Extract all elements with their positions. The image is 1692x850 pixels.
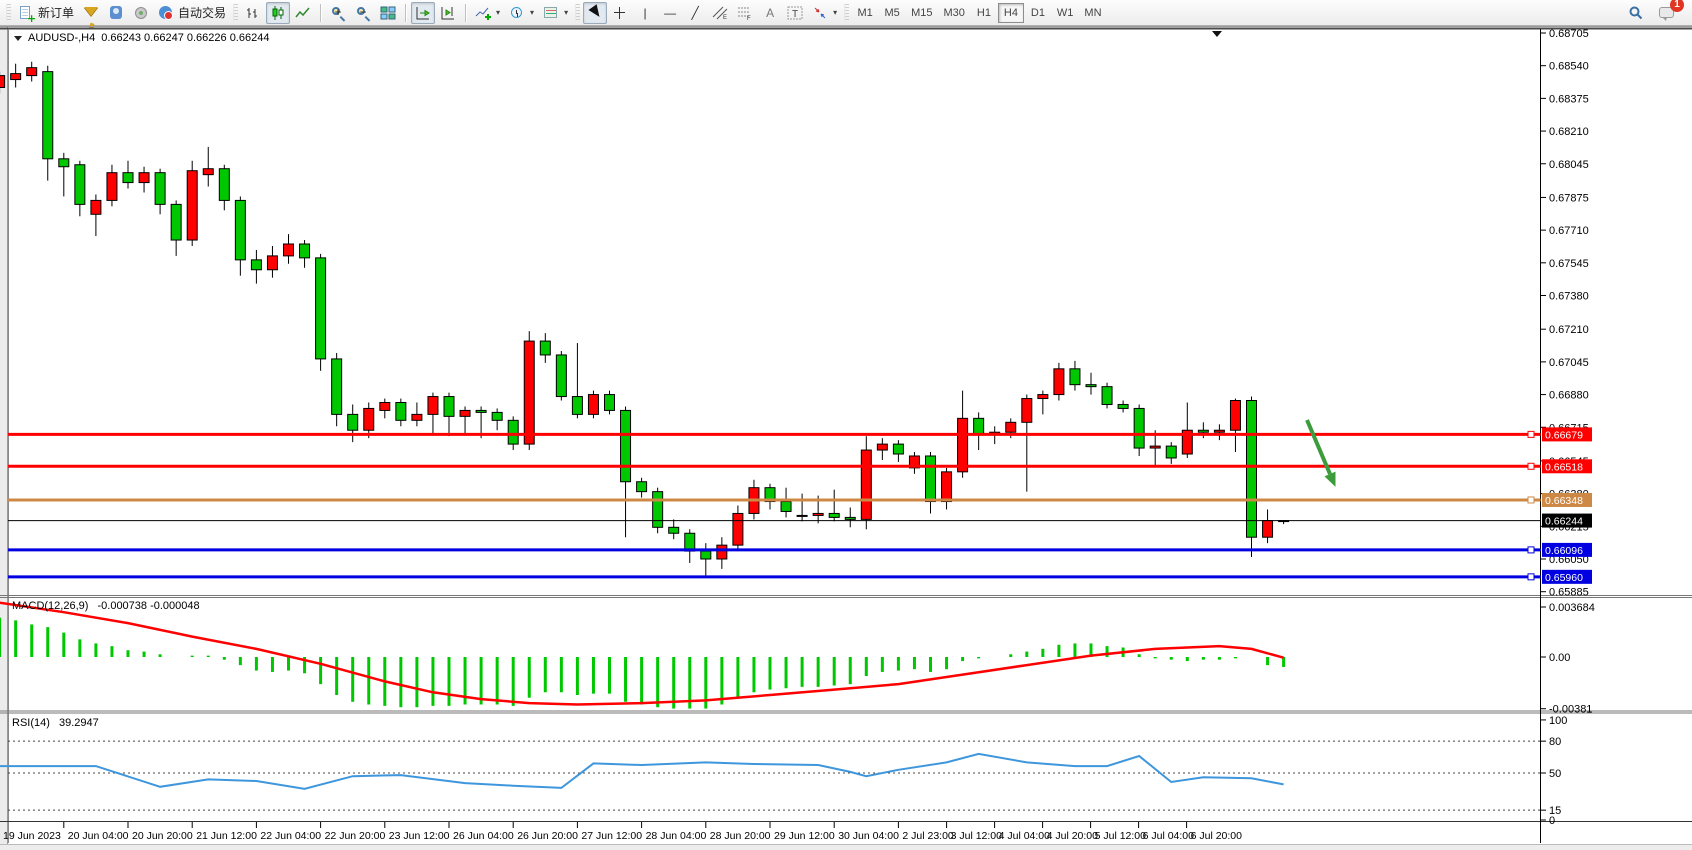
rsi-indicator-label: RSI(14) 39.2947: [12, 717, 99, 729]
mt4-terminal: + 新订单 自动交易 +: [0, 0, 1692, 850]
svg-text:19 Jun 2023: 19 Jun 2023: [3, 830, 61, 842]
price-chart: 0.68705 0.68540 0.68375 0.68210 0.68045 0.678…: [0, 0, 1692, 850]
rsi-name: RSI(14): [12, 717, 50, 729]
svg-text:28 Jun 20:00: 28 Jun 20:00: [710, 830, 771, 842]
svg-text:0.003684: 0.003684: [1549, 602, 1595, 614]
svg-text:30 Jun 04:00: 30 Jun 04:00: [838, 830, 899, 842]
svg-text:6 Jul 04:00: 6 Jul 04:00: [1143, 830, 1195, 842]
svg-text:22 Jun 20:00: 22 Jun 20:00: [325, 830, 386, 842]
svg-text:6 Jul 20:00: 6 Jul 20:00: [1191, 830, 1243, 842]
svg-text:0.68045: 0.68045: [1549, 159, 1589, 171]
svg-text:-0.00381: -0.00381: [1549, 704, 1592, 716]
svg-text:3 Jul 12:00: 3 Jul 12:00: [951, 830, 1003, 842]
svg-text:22 Jun 04:00: 22 Jun 04:00: [260, 830, 321, 842]
rsi-value: 39.2947: [59, 717, 99, 729]
svg-text:29 Jun 12:00: 29 Jun 12:00: [774, 830, 835, 842]
svg-text:26 Jun 04:00: 26 Jun 04:00: [453, 830, 514, 842]
svg-text:0.68540: 0.68540: [1549, 61, 1589, 73]
svg-text:27 Jun 12:00: 27 Jun 12:00: [581, 830, 642, 842]
svg-text:0.66518: 0.66518: [1545, 461, 1583, 473]
svg-text:80: 80: [1549, 736, 1561, 748]
svg-text:0.66715: 0.66715: [1549, 422, 1589, 434]
svg-text:0.66380: 0.66380: [1549, 489, 1589, 501]
svg-text:26 Jun 20:00: 26 Jun 20:00: [517, 830, 578, 842]
chart-window[interactable]: 0.68705 0.68540 0.68375 0.68210 0.68045 0.678…: [0, 0, 1692, 850]
svg-text:4 Jul 20:00: 4 Jul 20:00: [1047, 830, 1099, 842]
svg-text:0.68705: 0.68705: [1549, 28, 1589, 40]
svg-text:0.66096: 0.66096: [1545, 545, 1583, 557]
svg-text:0.66215: 0.66215: [1549, 521, 1589, 533]
svg-text:0.66880: 0.66880: [1549, 390, 1589, 402]
svg-text:4 Jul 04:00: 4 Jul 04:00: [999, 830, 1051, 842]
svg-text:0.66679: 0.66679: [1545, 429, 1583, 441]
svg-text:0.67710: 0.67710: [1549, 225, 1589, 237]
svg-text:0.66050: 0.66050: [1549, 554, 1589, 566]
svg-text:0.00: 0.00: [1549, 652, 1570, 664]
svg-text:2 Jul 23:00: 2 Jul 23:00: [902, 830, 954, 842]
chart-symbol: AUDUSD-,H4: [28, 32, 95, 44]
svg-text:15: 15: [1549, 805, 1561, 817]
svg-text:100: 100: [1549, 715, 1567, 727]
svg-text:0.66244: 0.66244: [1545, 516, 1583, 528]
svg-text:0: 0: [1549, 815, 1555, 827]
macd-values: -0.000738 -0.000048: [97, 600, 199, 612]
svg-text:50: 50: [1549, 768, 1561, 780]
svg-text:5 Jul 12:00: 5 Jul 12:00: [1095, 830, 1147, 842]
svg-text:0.66545: 0.66545: [1549, 456, 1589, 468]
macd-name: MACD(12,26,9): [12, 600, 88, 612]
macd-indicator-label: MACD(12,26,9) -0.000738 -0.000048: [12, 600, 200, 612]
svg-text:0.65885: 0.65885: [1549, 587, 1589, 599]
svg-text:0.67380: 0.67380: [1549, 291, 1589, 303]
svg-text:23 Jun 12:00: 23 Jun 12:00: [389, 830, 450, 842]
svg-text:20 Jun 20:00: 20 Jun 20:00: [132, 830, 193, 842]
svg-text:0.67045: 0.67045: [1549, 357, 1589, 369]
svg-text:0.67875: 0.67875: [1549, 192, 1589, 204]
symbol-collapse-icon[interactable]: [14, 36, 22, 41]
chart-ohlc: 0.66243 0.66247 0.66226 0.66244: [101, 32, 269, 44]
svg-text:20 Jun 04:00: 20 Jun 04:00: [68, 830, 129, 842]
svg-text:0.67210: 0.67210: [1549, 324, 1589, 336]
chart-header: AUDUSD-,H4 0.66243 0.66247 0.66226 0.662…: [14, 32, 269, 44]
svg-text:21 Jun 12:00: 21 Jun 12:00: [196, 830, 257, 842]
svg-text:0.68210: 0.68210: [1549, 126, 1589, 138]
svg-text:0.66348: 0.66348: [1545, 495, 1583, 507]
svg-text:0.67545: 0.67545: [1549, 258, 1589, 270]
svg-text:0.68375: 0.68375: [1549, 93, 1589, 105]
svg-text:0.65960: 0.65960: [1545, 572, 1583, 584]
svg-text:28 Jun 04:00: 28 Jun 04:00: [646, 830, 707, 842]
